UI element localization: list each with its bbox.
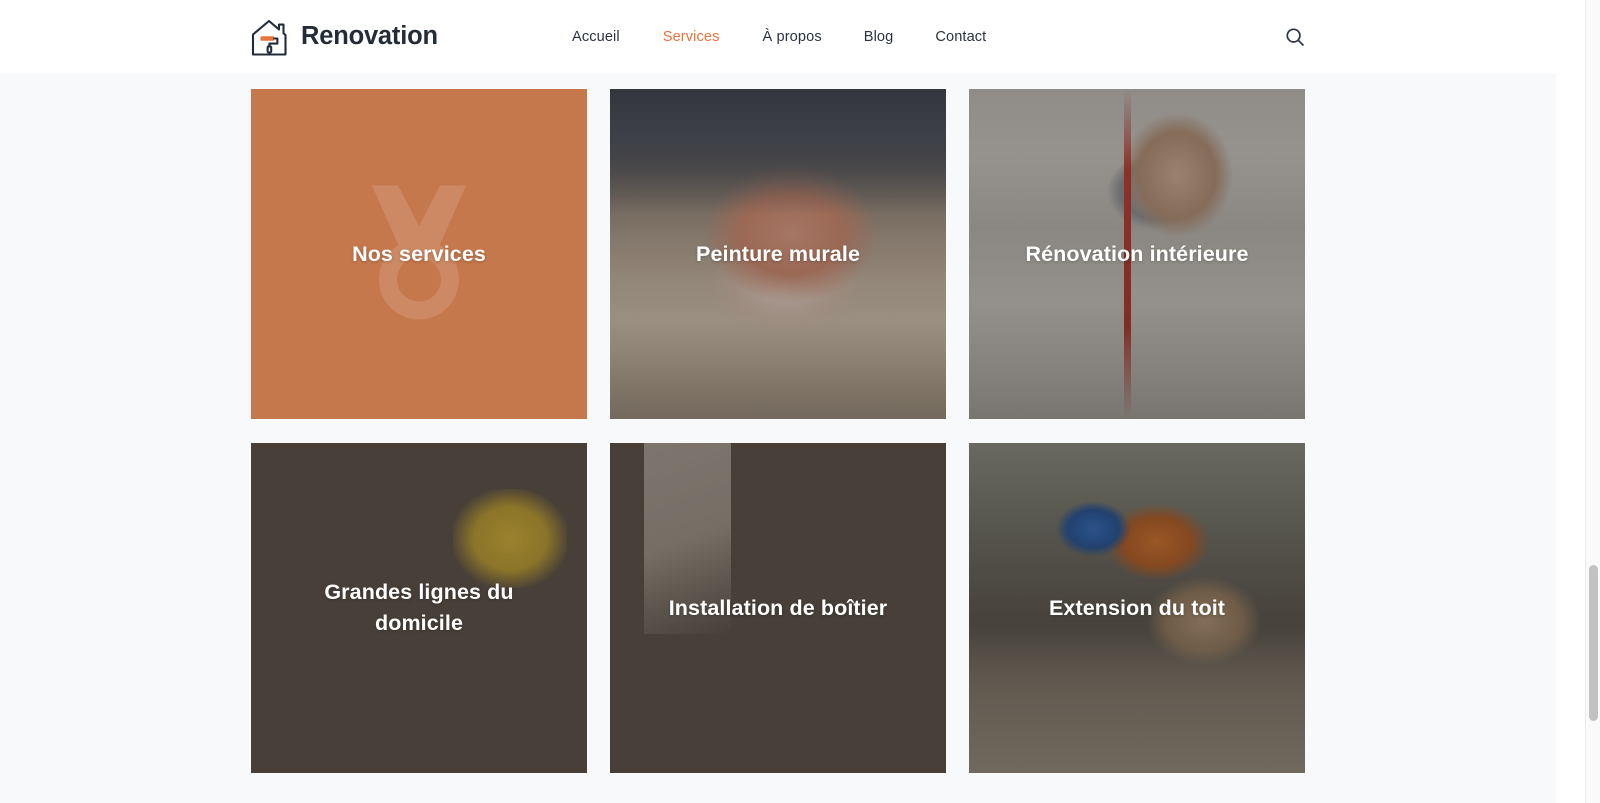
services-grid: Nos services Peinture murale Rénovation … [251,89,1305,773]
service-tile-title: Nos services [352,241,486,266]
nav-item-a-propos[interactable]: À propos [763,28,822,46]
main-navigation: Accueil Services À propos Blog Contact [572,28,986,46]
service-tile-installation-de-boitier[interactable]: Installation de boîtier [610,443,946,773]
brand-logo[interactable]: Renovation [249,16,438,58]
nav-item-services[interactable]: Services [663,28,720,46]
nav-link-services[interactable]: Services [663,29,720,45]
nav-item-contact[interactable]: Contact [935,28,986,46]
page-root: Renovation Accueil Services À propos Blo… [0,0,1600,803]
brand-name: Renovation [301,22,438,50]
nav-link-a-propos[interactable]: À propos [763,29,822,45]
nav-link-blog[interactable]: Blog [864,29,894,45]
site-header: Renovation Accueil Services À propos Blo… [0,0,1556,73]
page-scrollbar[interactable] [1585,0,1600,803]
services-section: Nos services Peinture murale Rénovation … [0,73,1556,803]
service-tile-title: Grandes lignes du domicile [324,580,514,635]
search-button[interactable] [1284,26,1306,48]
service-tile-grandes-lignes-du-domicile[interactable]: Grandes lignes du domicile [251,443,587,773]
house-paint-roller-icon [251,19,287,56]
service-tile-extension-du-toit[interactable]: Extension du toit [969,443,1305,773]
service-tile-title: Extension du toit [1048,595,1226,620]
scrollbar-thumb[interactable] [1589,565,1598,721]
search-icon [1286,28,1304,46]
service-tile-renovation-interieure[interactable]: Rénovation intérieure [969,89,1305,419]
service-tile-title: Installation de boîtier [668,595,888,620]
service-tile-peinture-murale[interactable]: Peinture murale [610,89,946,419]
service-tile-nos-services[interactable]: Nos services [251,89,587,419]
nav-link-accueil[interactable]: Accueil [572,29,620,45]
nav-link-contact[interactable]: Contact [935,29,986,45]
nav-item-blog[interactable]: Blog [864,28,894,46]
service-tile-title: Peinture murale [696,241,860,266]
service-tile-title: Rénovation intérieure [1025,241,1249,266]
nav-item-accueil[interactable]: Accueil [572,28,620,46]
